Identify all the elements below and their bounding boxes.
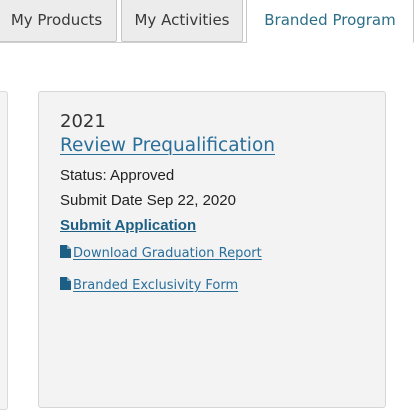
review-prequalification-link[interactable]: Review Prequalification [60,135,275,156]
document-label: Download Graduation Report [73,246,262,261]
tab-my-activities[interactable]: My Activities [121,0,243,42]
tab-bar: My Products My Activities Branded Progra… [0,0,416,43]
tab-branded-program[interactable]: Branded Program [246,0,414,43]
status-text: Status: Approved [60,167,175,184]
file-icon [60,277,71,290]
tab-divider [0,42,247,43]
download-graduation-report-link[interactable]: Download Graduation Report [60,245,262,261]
card-year: 2021 [60,111,106,132]
document-label: Branded Exclusivity Form [73,278,239,293]
tab-my-products[interactable]: My Products [0,0,117,42]
submit-application-link[interactable]: Submit Application [60,217,196,234]
program-card: 2021 Review Prequalification Status: App… [38,91,386,408]
previous-card-edge [0,91,8,410]
submit-date-text: Submit Date Sep 22, 2020 [60,192,236,209]
branded-exclusivity-form-link[interactable]: Branded Exclusivity Form [60,277,238,293]
file-icon [60,245,71,258]
